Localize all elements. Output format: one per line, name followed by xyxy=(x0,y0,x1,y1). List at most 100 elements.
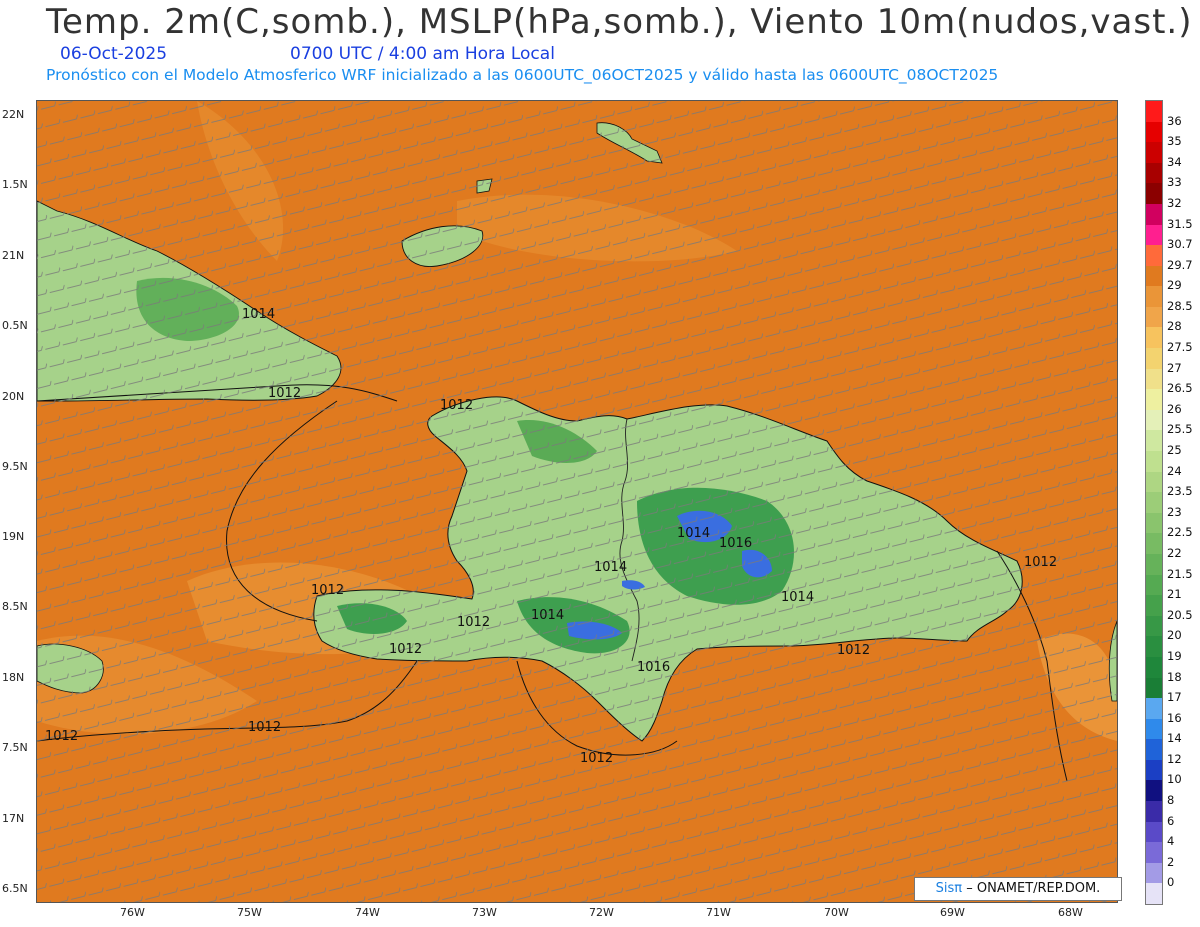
colorbar-segment xyxy=(1146,492,1162,514)
colorbar-label: 12 xyxy=(1167,751,1182,766)
credit-onamet: – ONAMET/REP.DOM. xyxy=(966,881,1101,896)
forecast-date: 06-Oct-2025 xyxy=(60,44,168,64)
colorbar-segment xyxy=(1146,368,1162,390)
lon-label: 68W xyxy=(1058,906,1083,919)
colorbar-label: 30.7 xyxy=(1167,237,1193,252)
weather-map: 1014 1012 1012 1012 1014 1016 1014 1014 … xyxy=(36,100,1118,903)
isobar-label: 1012 xyxy=(311,583,344,598)
lat-label: 7.5N xyxy=(2,741,28,754)
lon-label: 75W xyxy=(237,906,262,919)
colorbar-label: 19 xyxy=(1167,648,1182,663)
isobar-label: 1012 xyxy=(1024,555,1057,570)
colorbar-label: 33 xyxy=(1167,175,1182,190)
colorbar-segment xyxy=(1146,306,1162,328)
lon-label: 73W xyxy=(472,906,497,919)
colorbar-label: 22.5 xyxy=(1167,525,1193,540)
colorbar-label: 35 xyxy=(1167,134,1182,149)
lat-label: 0.5N xyxy=(2,319,28,332)
colorbar-segment xyxy=(1146,512,1162,534)
colorbar-segment xyxy=(1146,265,1162,287)
colorbar-segment xyxy=(1146,636,1162,658)
colorbar-label: 20 xyxy=(1167,628,1182,643)
colorbar-segment xyxy=(1146,451,1162,473)
wind-barbs-layer xyxy=(37,101,1117,902)
colorbar-label: 14 xyxy=(1167,731,1182,746)
colorbar-label: 23 xyxy=(1167,504,1182,519)
colorbar-label: 28 xyxy=(1167,319,1182,334)
colorbar-label: 22 xyxy=(1167,545,1182,560)
colorbar-label: 25 xyxy=(1167,443,1182,458)
colorbar-label: 8 xyxy=(1167,793,1175,808)
colorbar-segment xyxy=(1146,430,1162,452)
colorbar-segment xyxy=(1146,121,1162,143)
lat-label: 21N xyxy=(2,249,25,262)
map-title: Temp. 2m(C,somb.), MSLP(hPa,somb.), Vien… xyxy=(46,2,1193,42)
credit-sispi: Sisπ xyxy=(935,881,963,896)
lat-label: 22N xyxy=(2,108,25,121)
isobar-label: 1014 xyxy=(781,590,814,605)
colorbar-segment xyxy=(1146,862,1162,884)
colorbar-label: 26.5 xyxy=(1167,381,1193,396)
lat-label: 6.5N xyxy=(2,882,28,895)
isobar-label: 1016 xyxy=(637,660,670,675)
colorbar-label: 2 xyxy=(1167,854,1175,869)
isobar-label: 1012 xyxy=(248,720,281,735)
isobar-label: 1014 xyxy=(242,307,275,322)
credit-box: Sisπ – ONAMET/REP.DOM. xyxy=(914,877,1122,901)
map-canvas: 1014 1012 1012 1012 1014 1016 1014 1014 … xyxy=(37,101,1117,902)
model-description: Pronóstico con el Modelo Atmosferico WRF… xyxy=(46,66,999,84)
colorbar-segment xyxy=(1146,245,1162,267)
colorbar-segment xyxy=(1146,409,1162,431)
lon-label: 76W xyxy=(120,906,145,919)
isobar-label: 1016 xyxy=(719,536,752,551)
colorbar-segment xyxy=(1146,327,1162,349)
colorbar-segment xyxy=(1146,801,1162,823)
isobar-label: 1012 xyxy=(45,729,78,744)
colorbar-segment xyxy=(1146,759,1162,781)
colorbar-segment xyxy=(1146,677,1162,699)
colorbar-label: 0 xyxy=(1167,875,1175,890)
lat-label: 17N xyxy=(2,812,25,825)
colorbar-segment xyxy=(1146,739,1162,761)
lat-label: 20N xyxy=(2,390,25,403)
colorbar-label: 32 xyxy=(1167,195,1182,210)
colorbar-segment xyxy=(1146,780,1162,802)
lat-label: 1.5N xyxy=(2,178,28,191)
colorbar-label: 27 xyxy=(1167,360,1182,375)
lon-label: 74W xyxy=(355,906,380,919)
lat-label: 19N xyxy=(2,530,25,543)
colorbar-segment xyxy=(1146,553,1162,576)
colorbar-segment xyxy=(1146,286,1162,308)
colorbar-segment xyxy=(1146,821,1162,843)
colorbar-label: 25.5 xyxy=(1167,422,1193,437)
colorbar-label: 10 xyxy=(1167,772,1182,787)
colorbar-segment xyxy=(1146,101,1162,123)
colorbar-segment xyxy=(1146,389,1162,411)
isobar-label: 1012 xyxy=(440,398,473,413)
colorbar-segment xyxy=(1146,656,1162,678)
isobar-label: 1012 xyxy=(389,642,422,657)
lat-label: 8.5N xyxy=(2,600,28,613)
lat-label: 18N xyxy=(2,671,25,684)
colorbar-label: 17 xyxy=(1167,690,1182,705)
colorbar-label: 26 xyxy=(1167,401,1182,416)
colorbar-label: 23.5 xyxy=(1167,484,1193,499)
colorbar-label: 21.5 xyxy=(1167,566,1193,581)
colorbar-label: 31.5 xyxy=(1167,216,1193,231)
lat-label: 9.5N xyxy=(2,460,28,473)
colorbar-label: 4 xyxy=(1167,834,1175,849)
colorbar-label: 27.5 xyxy=(1167,340,1193,355)
colorbar-label: 16 xyxy=(1167,710,1182,725)
colorbar-label: 18 xyxy=(1167,669,1182,684)
forecast-time: 0700 UTC / 4:00 am Hora Local xyxy=(290,44,555,64)
isobar-label: 1012 xyxy=(837,643,870,658)
lon-label: 72W xyxy=(589,906,614,919)
isobar-label: 1012 xyxy=(580,751,613,766)
colorbar-label: 34 xyxy=(1167,154,1182,169)
colorbar-label: 29 xyxy=(1167,278,1182,293)
isobar-label: 1014 xyxy=(594,560,627,575)
colorbar-label: 20.5 xyxy=(1167,607,1193,622)
isobar-label: 1014 xyxy=(677,526,710,541)
colorbar-label: 28.5 xyxy=(1167,298,1193,313)
colorbar-segment xyxy=(1146,142,1162,164)
